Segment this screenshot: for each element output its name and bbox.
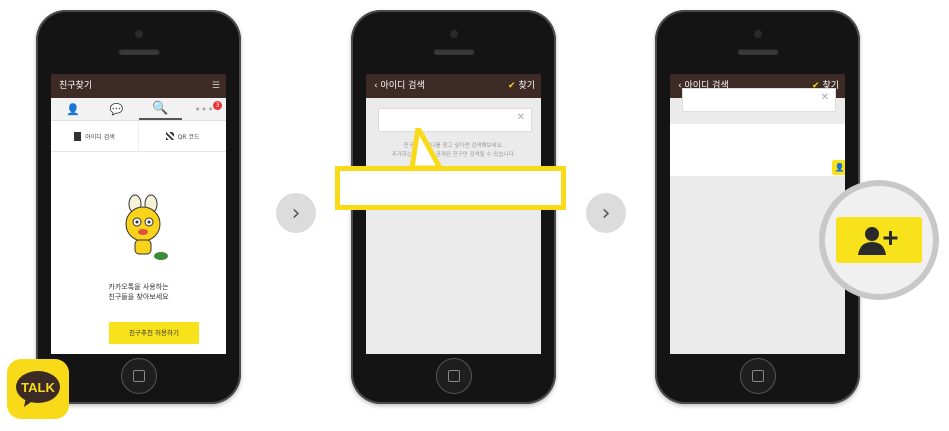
search-hint: 친구의 아이디를 찾고 싶다면 검색해보세요. 추가하는 아이디에 공개된 친구… bbox=[366, 142, 541, 160]
add-friend-icon bbox=[858, 227, 898, 255]
tab-friends[interactable]: 👤 bbox=[51, 98, 95, 120]
tab-bar: 👤 💬 🔍 ••• 3 bbox=[51, 98, 226, 121]
check-icon: ✔ bbox=[508, 81, 516, 91]
speaker bbox=[117, 48, 160, 55]
screen-title: 친구찾기 bbox=[59, 81, 93, 91]
camera bbox=[134, 30, 143, 38]
zoom-magnifier bbox=[819, 180, 939, 300]
id-card-icon bbox=[74, 131, 82, 141]
search-result-row bbox=[670, 124, 845, 176]
chevron-right-icon: › bbox=[291, 200, 301, 226]
next-arrow-1: › bbox=[276, 193, 316, 233]
id-search-input[interactable]: ✕ bbox=[682, 88, 836, 112]
menu-id-search[interactable]: 아이디 검색 bbox=[51, 121, 138, 151]
screen-id-search-result: ‹ 아이디 검색 ✔ 찾기 ✕ 👤+ bbox=[670, 74, 845, 354]
phone-1: 친구찾기 ☰ 👤 💬 🔍 ••• 3 아이디 검색 QR 코드 카카오톡을 사용… bbox=[36, 10, 241, 404]
speaker bbox=[736, 48, 779, 55]
chevron-right-icon: › bbox=[601, 200, 611, 226]
menu-lines-icon[interactable]: ☰ bbox=[212, 74, 220, 98]
clear-icon[interactable]: ✕ bbox=[517, 112, 525, 123]
menu-qr-code-label: QR 코드 bbox=[177, 133, 200, 141]
title-bar: ‹ 아이디 검색 ✔ 찾기 bbox=[366, 74, 541, 98]
search-icon: 🔍 bbox=[152, 100, 169, 116]
tab-chats[interactable]: 💬 bbox=[95, 98, 139, 120]
character-illustration bbox=[125, 194, 168, 260]
person-icon: 👤 bbox=[66, 102, 80, 116]
talk-bubble-icon: TALK bbox=[16, 371, 60, 407]
highlight-callout-box bbox=[335, 166, 566, 210]
result-area: ✕ 👤+ bbox=[670, 88, 845, 354]
speaker bbox=[432, 48, 475, 55]
chat-bubble-icon: 💬 bbox=[109, 102, 124, 116]
search-area: ✕ 친구의 아이디를 찾고 싶다면 검색해보세요. 추가하는 아이디에 공개된 … bbox=[366, 98, 541, 354]
allow-recommend-button[interactable]: 친구추천 허용하기 bbox=[109, 322, 199, 344]
add-friend-button[interactable]: 👤+ bbox=[832, 160, 845, 175]
friend-search-message: 카카오톡을 사용하는 친구들을 찾아보세요 bbox=[51, 282, 226, 302]
qr-code-icon bbox=[165, 132, 174, 140]
notification-badge: 3 bbox=[213, 101, 222, 110]
hint-line-2: 추가하는 아이디에 공개된 친구만 검색될 수 있습니다. bbox=[391, 152, 516, 158]
menu-qr-code[interactable]: QR 코드 bbox=[138, 121, 226, 151]
back-chevron-icon[interactable]: ‹ bbox=[374, 81, 378, 91]
camera bbox=[753, 30, 762, 38]
find-menu: 아이디 검색 QR 코드 bbox=[51, 121, 226, 152]
kakaotalk-logo: TALK bbox=[7, 359, 69, 419]
home-button bbox=[739, 358, 776, 394]
hint-line-1: 친구의 아이디를 찾고 싶다면 검색해보세요. bbox=[403, 143, 504, 149]
id-search-input[interactable]: ✕ bbox=[378, 108, 532, 132]
add-friend-icon: 👤+ bbox=[834, 163, 845, 172]
find-action-label: 찾기 bbox=[518, 81, 535, 91]
more-icon: ••• bbox=[194, 102, 214, 116]
home-button bbox=[120, 358, 157, 394]
tab-find[interactable]: 🔍 bbox=[138, 98, 183, 120]
screen-friend-search: 친구찾기 ☰ 👤 💬 🔍 ••• 3 아이디 검색 QR 코드 카카오톡을 사용… bbox=[51, 74, 226, 354]
clear-icon[interactable]: ✕ bbox=[821, 92, 829, 103]
next-arrow-2: › bbox=[586, 193, 626, 233]
camera bbox=[449, 30, 458, 38]
home-button bbox=[435, 358, 472, 394]
friend-message-line-1: 카카오톡을 사용하는 bbox=[108, 283, 169, 291]
screen-title: 아이디 검색 bbox=[380, 81, 425, 91]
svg-text:TALK: TALK bbox=[21, 380, 55, 395]
friend-message-line-2: 친구들을 찾아보세요 bbox=[108, 293, 169, 301]
title-bar: 친구찾기 ☰ bbox=[51, 74, 226, 98]
find-action[interactable]: ✔ 찾기 bbox=[508, 74, 535, 98]
menu-id-search-label: 아이디 검색 bbox=[85, 133, 115, 141]
add-friend-button-zoomed bbox=[836, 217, 922, 263]
screen-id-search: ‹ 아이디 검색 ✔ 찾기 ✕ 친구의 아이디를 찾고 싶다면 검색해보세요. … bbox=[366, 74, 541, 354]
